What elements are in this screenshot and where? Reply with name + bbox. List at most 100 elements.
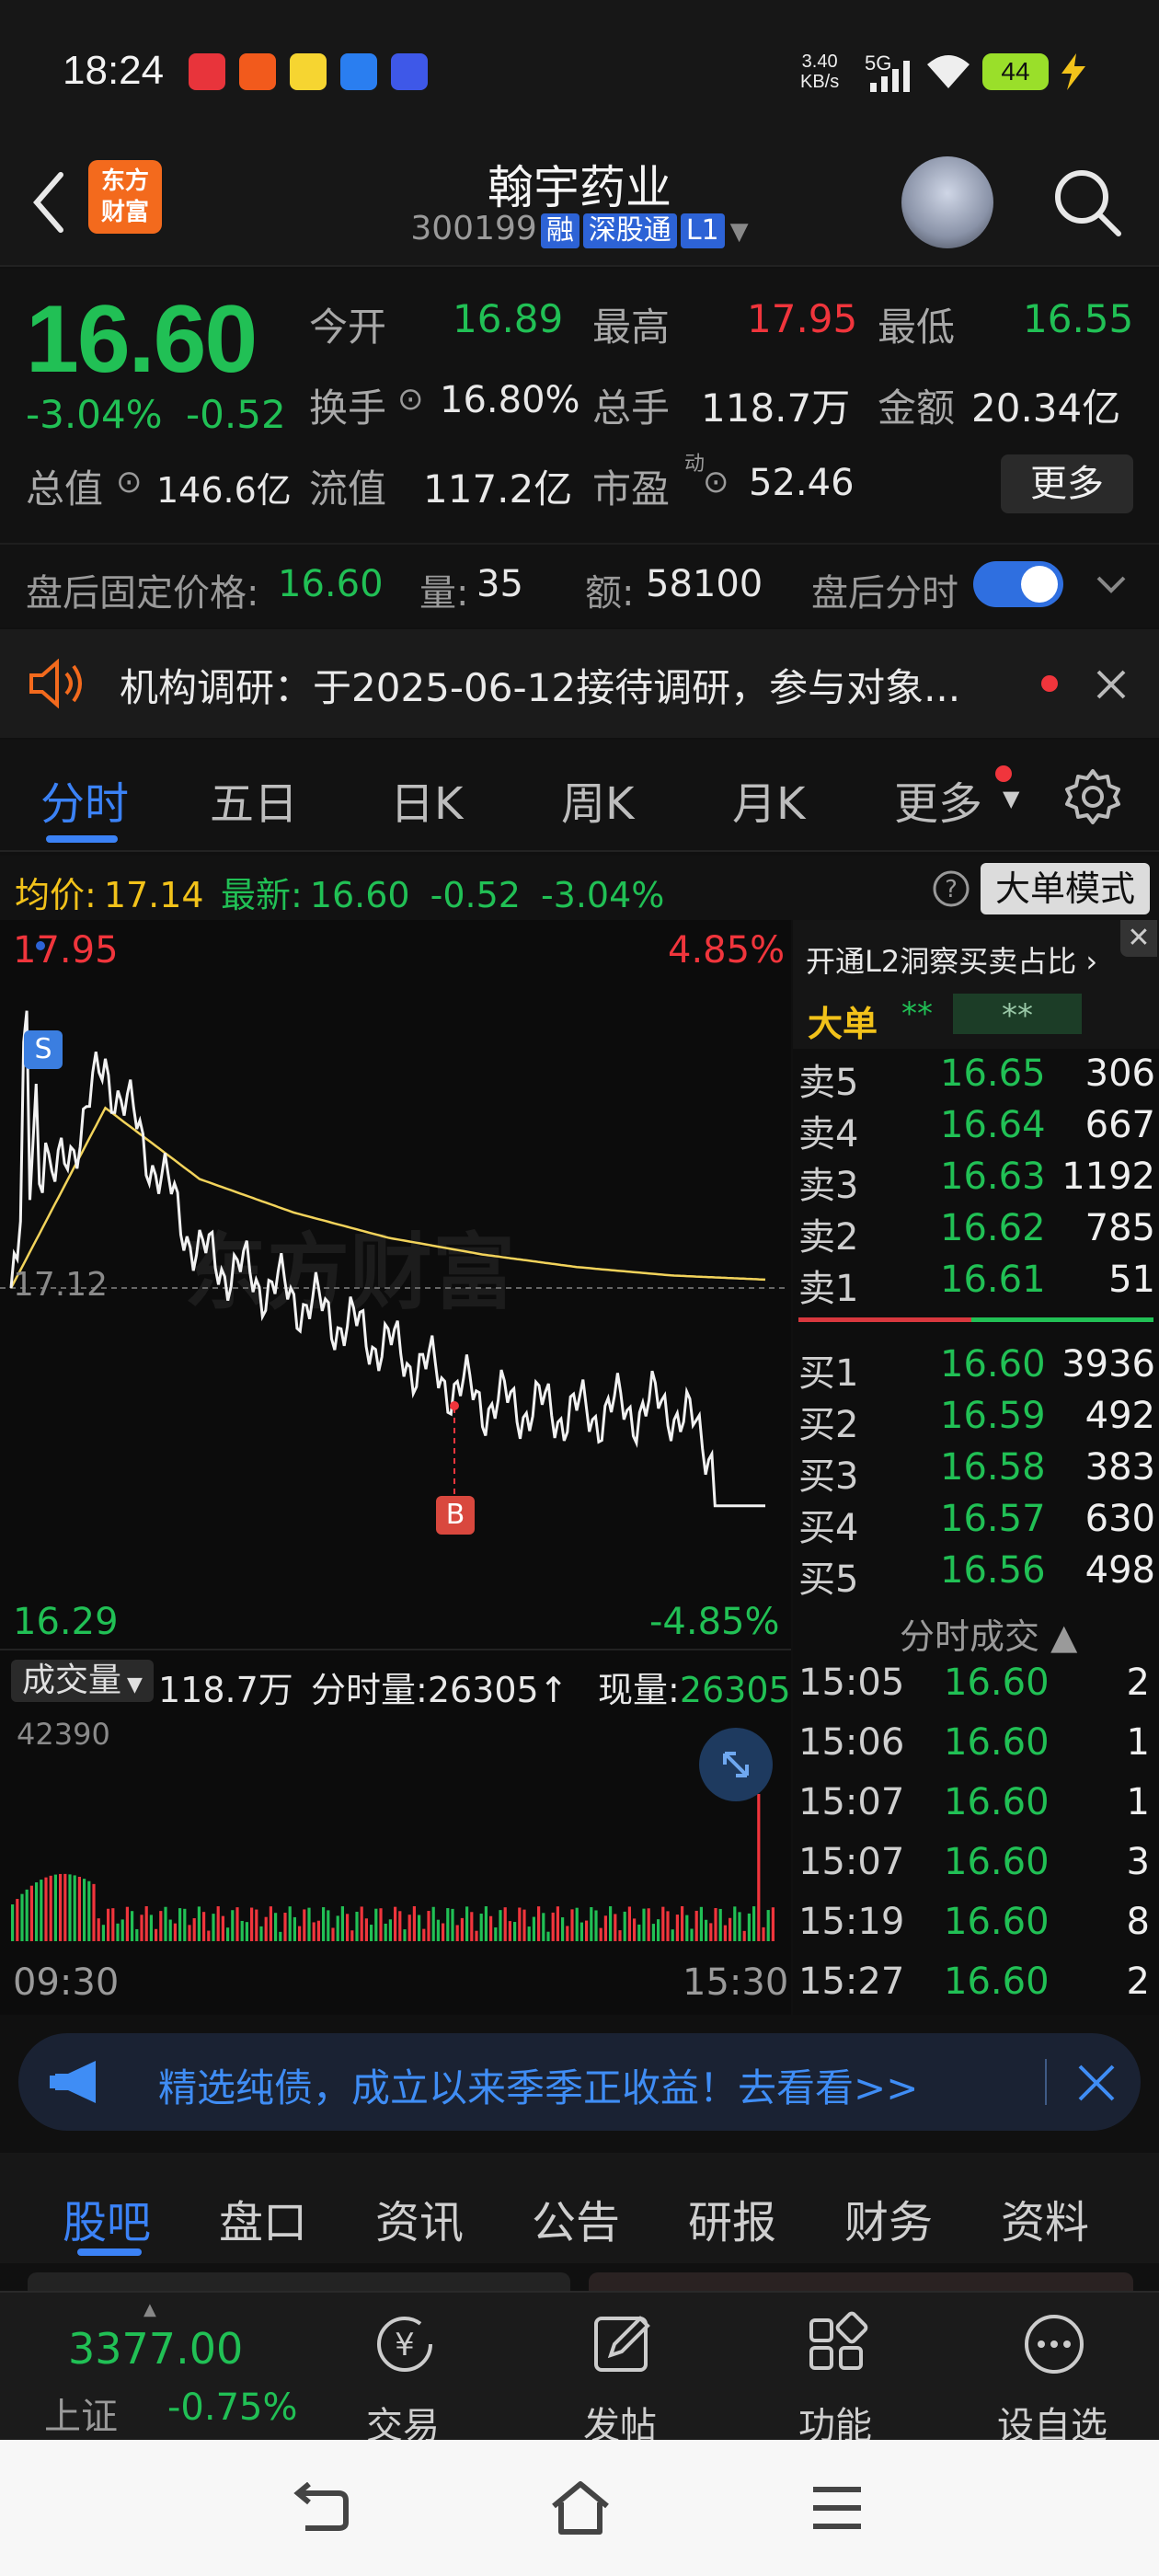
trades-header[interactable]: 分时成交 ▲ bbox=[900, 1608, 1077, 1659]
y-max-pct: 4.85% bbox=[668, 929, 786, 972]
tab-more[interactable]: 更多 bbox=[894, 767, 982, 832]
nav-menu-icon[interactable] bbox=[809, 2484, 865, 2532]
after-hours-toggle[interactable] bbox=[973, 561, 1063, 607]
back-icon[interactable] bbox=[26, 166, 72, 239]
stock-code: 300199 bbox=[410, 210, 537, 247]
edit-icon bbox=[594, 2316, 650, 2372]
tab-announcements[interactable]: 公告 bbox=[532, 2186, 620, 2250]
news-banner[interactable]: 机构调研：于2025-06-12接待调研，参与对象... bbox=[0, 629, 1159, 738]
volume-bar bbox=[508, 1921, 511, 1941]
sell-marker[interactable]: S bbox=[24, 1030, 63, 1069]
volume-bar bbox=[355, 1911, 359, 1941]
volume-bar bbox=[44, 1877, 48, 1941]
close-l2-icon[interactable]: ✕ bbox=[1120, 920, 1157, 957]
trade-button[interactable]: ¥ 交易 bbox=[329, 2293, 476, 2447]
volume-bar bbox=[685, 1915, 689, 1941]
svg-text:?: ? bbox=[945, 876, 958, 903]
tab-weekly-k[interactable]: 周K bbox=[561, 767, 634, 832]
bid-row[interactable]: 买3 16.58 383 bbox=[793, 1446, 1159, 1498]
ask-row[interactable]: 卖1 16.61 51 bbox=[793, 1259, 1159, 1310]
tab-orderbook[interactable]: 盘口 bbox=[219, 2186, 307, 2250]
l2-link[interactable]: 开通L2洞察买卖占比 › bbox=[806, 938, 1097, 981]
tab-forum[interactable]: 股吧 bbox=[63, 2186, 151, 2250]
volume-bar bbox=[442, 1923, 445, 1941]
high-label: 最高 bbox=[592, 305, 671, 350]
close-icon[interactable] bbox=[1095, 668, 1128, 701]
settings-gear-icon[interactable] bbox=[1063, 767, 1122, 826]
volume-bar bbox=[580, 1922, 583, 1941]
more-button[interactable]: 更多 bbox=[1001, 454, 1133, 513]
tab-news[interactable]: 资讯 bbox=[375, 2186, 464, 2250]
tab-daily-k[interactable]: 日K bbox=[390, 767, 463, 832]
help-icon[interactable]: ? bbox=[931, 868, 971, 909]
float-label: 流值 bbox=[309, 466, 387, 512]
volume-bar bbox=[742, 1930, 746, 1941]
nav-home-icon[interactable] bbox=[548, 2480, 613, 2536]
volume-bar bbox=[407, 1915, 411, 1941]
volume-bar bbox=[374, 1908, 378, 1941]
search-icon[interactable] bbox=[1049, 164, 1126, 241]
volume-indicator-selector[interactable]: 成交量 ▼ bbox=[11, 1660, 154, 1702]
functions-button[interactable]: 功能 bbox=[762, 2293, 909, 2447]
index-ticker[interactable]: ▲ 3377.00 上证 -0.75% bbox=[0, 2293, 298, 2442]
volume-bar bbox=[250, 1907, 254, 1941]
bid-row[interactable]: 买1 16.60 3936 bbox=[793, 1343, 1159, 1395]
volume-bar bbox=[752, 1906, 756, 1941]
megaphone-icon bbox=[50, 2061, 96, 2103]
volume-bar bbox=[336, 1915, 339, 1941]
add-watchlist-button[interactable]: 设自选 bbox=[979, 2293, 1126, 2447]
promo-banner[interactable]: 精选纯债，成立以来季季正收益！去看看>> bbox=[18, 2033, 1141, 2131]
ask-row[interactable]: 卖4 16.64 667 bbox=[793, 1104, 1159, 1156]
info-icon[interactable]: ⊙ bbox=[397, 381, 424, 418]
volume-bar bbox=[370, 1925, 373, 1941]
volume-bar bbox=[173, 1923, 177, 1941]
stock-code-selector[interactable]: 300199 融深股通 L1 ▼ bbox=[386, 210, 773, 248]
nav-back-icon[interactable] bbox=[293, 2482, 351, 2534]
trade-price: 16.60 bbox=[944, 1961, 1050, 2003]
volume-bar bbox=[107, 1908, 110, 1941]
expand-icon[interactable] bbox=[699, 1728, 773, 1801]
high-value: 17.95 bbox=[747, 296, 858, 341]
app-notification-icon bbox=[340, 53, 377, 90]
buy-marker[interactable]: B bbox=[436, 1496, 475, 1535]
volume-bar bbox=[766, 1910, 770, 1941]
info-icon[interactable]: ⊙ bbox=[116, 464, 143, 500]
status-bar: 18:24 3.40 KB/s 5G 44 bbox=[0, 0, 1159, 147]
tab-profile[interactable]: 资料 bbox=[1001, 2186, 1089, 2250]
ask-row[interactable]: 卖2 16.62 785 bbox=[793, 1207, 1159, 1259]
big-order-mode-button[interactable]: 大单模式 bbox=[981, 863, 1150, 914]
ask-volume: 306 bbox=[1084, 1052, 1155, 1095]
volume-bar bbox=[771, 1907, 775, 1941]
tab-financials[interactable]: 财务 bbox=[844, 2186, 933, 2250]
tab-monthly-k[interactable]: 月K bbox=[732, 767, 805, 832]
volume-bar bbox=[364, 1918, 368, 1941]
ask-volume: 667 bbox=[1084, 1104, 1155, 1146]
bid-row[interactable]: 买2 16.59 492 bbox=[793, 1395, 1159, 1446]
volume-bar bbox=[556, 1906, 559, 1941]
avg-line: 均价: 17.14 bbox=[15, 875, 204, 915]
ask-row[interactable]: 卖3 16.63 1192 bbox=[793, 1156, 1159, 1207]
time-start: 09:30 bbox=[13, 1961, 120, 2004]
bid-row[interactable]: 买4 16.57 630 bbox=[793, 1498, 1159, 1549]
tab-5day[interactable]: 五日 bbox=[210, 767, 298, 832]
volume-bar bbox=[226, 1927, 230, 1941]
open-value: 16.89 bbox=[453, 296, 564, 341]
grid-apps-icon bbox=[809, 2311, 868, 2370]
trade-icon: ¥ bbox=[377, 2317, 432, 2372]
assistant-robot-icon[interactable] bbox=[901, 156, 993, 248]
ask-row[interactable]: 卖5 16.65 306 bbox=[793, 1052, 1159, 1104]
volume-bar bbox=[733, 1906, 737, 1941]
info-icon[interactable]: ⊙ bbox=[703, 464, 729, 500]
volume-bar bbox=[542, 1913, 545, 1941]
volume-bar bbox=[77, 1877, 81, 1941]
volume-bar bbox=[546, 1931, 550, 1941]
y-min-pct: -4.85% bbox=[649, 1601, 780, 1643]
chevron-down-icon[interactable] bbox=[1095, 569, 1128, 602]
tab-intraday[interactable]: 分时 bbox=[40, 767, 129, 832]
trade-time: 15:27 bbox=[798, 1961, 905, 2003]
bid-row[interactable]: 买5 16.56 498 bbox=[793, 1549, 1159, 1601]
volume-bar bbox=[73, 1875, 76, 1941]
close-icon[interactable] bbox=[1076, 2063, 1117, 2103]
post-button[interactable]: 发帖 bbox=[546, 2293, 694, 2447]
tab-research[interactable]: 研报 bbox=[688, 2186, 776, 2250]
